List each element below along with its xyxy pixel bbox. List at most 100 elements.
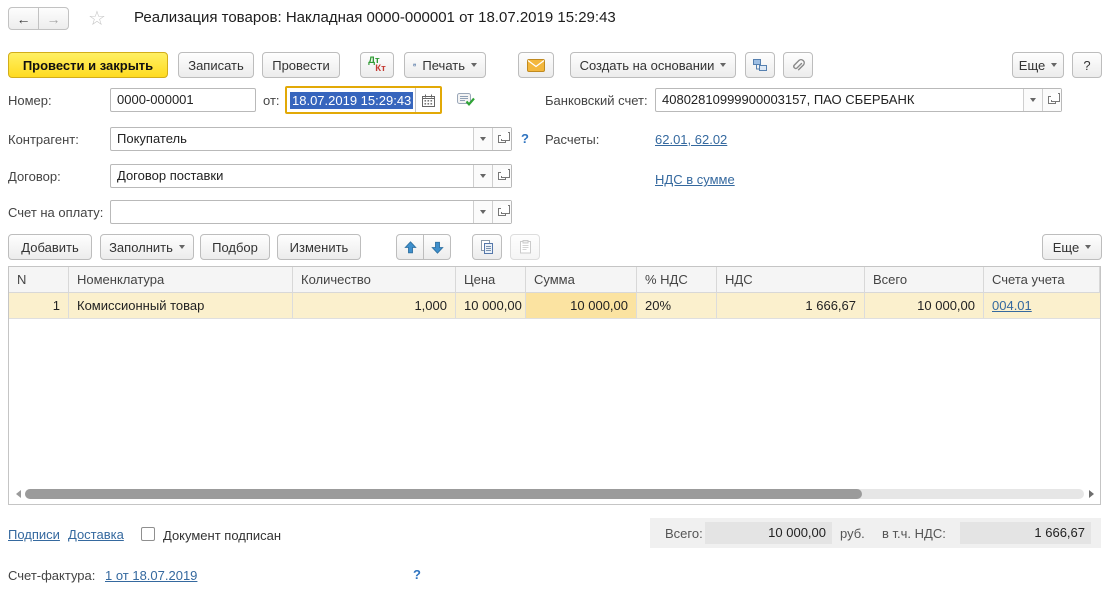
column-header-accounts[interactable]: Счета учета [984, 267, 1100, 292]
number-label: Номер: [8, 93, 52, 108]
related-documents-button[interactable] [745, 52, 775, 78]
move-row-up-button[interactable] [396, 234, 424, 260]
row-cell-vat-percent[interactable]: 20% [637, 293, 717, 318]
post-button[interactable]: Провести [262, 52, 340, 78]
row-cell-quantity[interactable]: 1,000 [293, 293, 456, 318]
column-header-n[interactable]: N [9, 267, 69, 292]
envelope-icon [527, 59, 545, 72]
print-button[interactable]: Печать [404, 52, 486, 78]
document-check-icon [457, 92, 475, 107]
row-cell-vat[interactable]: 1 666,67 [717, 293, 865, 318]
scroll-left-button[interactable] [11, 490, 25, 498]
horizontal-scrollbar[interactable] [11, 486, 1098, 502]
items-table-header: N Номенклатура Количество Цена Сумма % Н… [9, 267, 1100, 293]
counterparty-help-icon[interactable]: ? [521, 131, 529, 146]
calendar-button[interactable] [415, 88, 440, 112]
create-based-on-caret [720, 63, 726, 67]
vat-mode-link[interactable]: НДС в сумме [655, 172, 735, 187]
toolbar-more-caret [1051, 63, 1057, 67]
row-cell-total[interactable]: 10 000,00 [865, 293, 984, 318]
invoice-label: Счет-фактура: [8, 568, 95, 583]
favorite-star-icon[interactable]: ☆ [88, 6, 106, 31]
column-header-vat[interactable]: НДС [717, 267, 865, 292]
accounts-link[interactable]: 004.01 [992, 298, 1032, 313]
post-and-close-button[interactable]: Провести и закрыть [8, 52, 168, 78]
calendar-icon [422, 94, 435, 107]
contract-open-button[interactable] [492, 165, 511, 187]
help-button[interactable]: ? [1072, 52, 1102, 78]
print-dropdown-caret [471, 63, 477, 67]
payment-invoice-field[interactable] [110, 200, 512, 224]
printer-icon [413, 58, 416, 72]
contract-field[interactable]: Договор поставки [110, 164, 512, 188]
copy-icon [480, 240, 494, 254]
settlements-accounts-link[interactable]: 62.01, 62.02 [655, 132, 727, 147]
table-more-button[interactable]: Еще [1042, 234, 1102, 260]
vat-total-value: 1 666,67 [960, 522, 1091, 544]
payment-invoice-open-button[interactable] [492, 201, 511, 223]
column-header-total[interactable]: Всего [865, 267, 984, 292]
dropdown-caret-icon [480, 210, 486, 214]
counterparty-dropdown-button[interactable] [473, 128, 492, 150]
currency-label: руб. [840, 526, 865, 541]
document-signed-checkbox[interactable] [141, 527, 155, 541]
column-header-price[interactable]: Цена [456, 267, 526, 292]
paste-icon [519, 240, 532, 254]
dtkt-icon: ДтКт [368, 57, 385, 73]
create-based-on-button[interactable]: Создать на основании [570, 52, 736, 78]
add-row-button[interactable]: Добавить [8, 234, 92, 260]
payment-invoice-dropdown-button[interactable] [473, 201, 492, 223]
history-nav: ← → [8, 7, 69, 30]
counterparty-label: Контрагент: [8, 132, 79, 147]
arrow-up-icon [404, 241, 417, 254]
document-signed-label: Документ подписан [163, 528, 281, 543]
save-button[interactable]: Записать [178, 52, 254, 78]
row-cell-n[interactable]: 1 [9, 293, 69, 318]
paste-rows-button[interactable] [510, 234, 540, 260]
bank-account-dropdown-button[interactable] [1023, 89, 1042, 111]
fill-button[interactable]: Заполнить [100, 234, 194, 260]
edit-button[interactable]: Изменить [277, 234, 361, 260]
bank-account-open-button[interactable] [1042, 89, 1061, 111]
scrollbar-track[interactable] [25, 489, 1084, 499]
contract-dropdown-button[interactable] [473, 165, 492, 187]
dtkt-postings-button[interactable]: ДтКт [360, 52, 394, 78]
attachments-button[interactable] [783, 52, 813, 78]
table-row[interactable]: 1 Комиссионный товар 1,000 10 000,00 10 … [9, 293, 1100, 319]
copy-rows-button[interactable] [472, 234, 502, 260]
row-cell-amount-selected[interactable]: 10 000,00 [526, 293, 637, 318]
forward-arrow-icon: → [47, 11, 61, 27]
pick-button[interactable]: Подбор [200, 234, 270, 260]
scroll-right-button[interactable] [1084, 490, 1098, 498]
row-cell-price[interactable]: 10 000,00 [456, 293, 526, 318]
move-row-down-button[interactable] [423, 234, 451, 260]
date-input[interactable]: 18.07.2019 15:29:43 [285, 86, 442, 114]
delivery-link[interactable]: Доставка [68, 527, 124, 542]
number-input[interactable]: 0000-000001 [110, 88, 256, 112]
counterparty-field[interactable]: Покупатель [110, 127, 512, 151]
send-email-button[interactable] [518, 52, 554, 78]
column-header-amount[interactable]: Сумма [526, 267, 637, 292]
bank-account-field[interactable]: 40802810999900003157, ПАО СБЕРБАНК [655, 88, 1062, 112]
row-cell-nomenclature[interactable]: Комиссионный товар [69, 293, 293, 318]
total-value: 10 000,00 [705, 522, 832, 544]
back-button[interactable]: ← [8, 7, 39, 30]
column-header-vat-percent[interactable]: % НДС [637, 267, 717, 292]
open-in-window-icon [498, 208, 506, 216]
counterparty-open-button[interactable] [492, 128, 511, 150]
toolbar-more-button[interactable]: Еще [1012, 52, 1064, 78]
signatures-link[interactable]: Подписи [8, 527, 60, 542]
open-in-window-icon [498, 172, 506, 180]
document-window: ← → ☆ Реализация товаров: Накладная 0000… [0, 0, 1109, 590]
scroll-left-icon [16, 490, 21, 498]
column-header-quantity[interactable]: Количество [293, 267, 456, 292]
invoice-link[interactable]: 1 от 18.07.2019 [105, 568, 197, 583]
scrollbar-thumb[interactable] [25, 489, 862, 499]
column-header-nomenclature[interactable]: Номенклатура [69, 267, 293, 292]
totals-strip: Всего: 10 000,00 руб. в т.ч. НДС: 1 666,… [650, 518, 1101, 548]
dropdown-caret-icon [1030, 98, 1036, 102]
set-current-date-button[interactable] [457, 92, 475, 107]
forward-button[interactable]: → [38, 7, 69, 30]
back-arrow-icon: ← [17, 11, 31, 27]
invoice-help-icon[interactable]: ? [413, 567, 421, 582]
